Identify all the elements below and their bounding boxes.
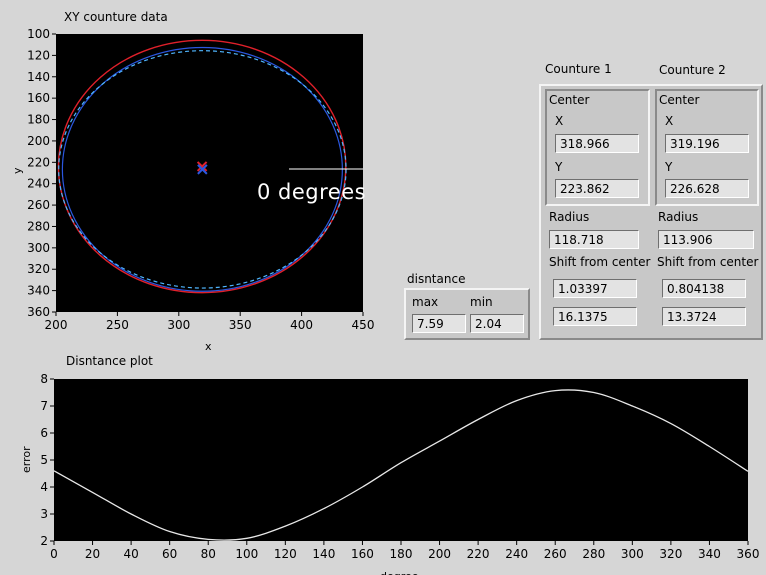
- distance-x-tick-label: 0: [50, 547, 58, 561]
- distance-x-tick-label: 40: [123, 547, 138, 561]
- xy-y-tick-label: 180: [27, 113, 50, 127]
- distance-x-tick-label: 240: [505, 547, 528, 561]
- contour2-center-cluster: Center X 319.196 Y 226.628: [655, 89, 759, 206]
- distance-x-tick-label: 160: [351, 547, 374, 561]
- distance-cluster: max min 7.59 2.04: [404, 288, 530, 340]
- min-value: 2.04: [470, 314, 524, 333]
- distance-y-tick-label: 3: [40, 507, 48, 521]
- xy-y-tick-label: 220: [27, 155, 50, 169]
- xy-y-tick-label: 160: [27, 91, 50, 105]
- distance-y-tick-label: 4: [40, 480, 48, 494]
- max-value: 7.59: [412, 314, 466, 333]
- contour1-title: Counture 1: [545, 62, 612, 76]
- distance-x-tick-label: 280: [582, 547, 605, 561]
- xy-plot-title: XY counture data: [64, 10, 168, 24]
- distance-y-tick-label: 6: [40, 426, 48, 440]
- xy-x-tick-label: 200: [45, 318, 68, 332]
- contour1-center-cluster: Center X 318.966 Y 223.862: [545, 89, 650, 206]
- contour2-shift-label: Shift from center: [657, 255, 759, 269]
- distance-x-tick-label: 320: [659, 547, 682, 561]
- distance-xlabel: degree: [380, 570, 419, 575]
- max-label: max: [412, 295, 439, 309]
- contour2-x-value: 319.196: [665, 134, 749, 153]
- contour-cluster: Center X 318.966 Y 223.862 Radius 118.71…: [539, 84, 763, 340]
- contour1-y-value: 223.862: [555, 179, 639, 198]
- distance-x-tick-label: 260: [544, 547, 567, 561]
- contour1-shift-label: Shift from center: [549, 255, 651, 269]
- xy-x-tick-label: 350: [229, 318, 252, 332]
- distance-y-tick-label: 5: [40, 453, 48, 467]
- distance-plot: 2 3 4 5 6 7 8 0 20 40 60 80 100 120 140 160 180 200 220 24…: [20, 372, 760, 575]
- xy-y-tick-label: 360: [27, 305, 50, 319]
- distance-x-tick-label: 180: [390, 547, 413, 561]
- xy-y-tick-label: 280: [27, 219, 50, 233]
- distance-y-tick-label: 7: [40, 399, 48, 413]
- distance-title: disntance: [407, 272, 466, 286]
- distance-plot-area: [54, 379, 748, 541]
- distance-x-tick-label: 140: [312, 547, 335, 561]
- distance-x-tick-label: 120: [274, 547, 297, 561]
- xy-y-tick-label: 100: [27, 27, 50, 41]
- contour2-x-label: X: [665, 114, 674, 128]
- distance-x-tick-label: 20: [85, 547, 100, 561]
- contour1-radius-value: 118.718: [549, 230, 639, 249]
- xy-x-tick-label: 250: [106, 318, 129, 332]
- xy-y-tick-label: 240: [27, 177, 50, 191]
- contour1-x-label: X: [555, 114, 564, 128]
- contour1-shift-value-1: 1.03397: [553, 279, 637, 298]
- contour1-center-label: Center: [549, 93, 590, 107]
- xy-y-tick-label: 260: [27, 198, 50, 212]
- contour2-radius-label: Radius: [658, 210, 699, 224]
- xy-x-tick-label: 450: [352, 318, 375, 332]
- distance-x-tick-label: 300: [621, 547, 644, 561]
- distance-x-tick-label: 340: [698, 547, 721, 561]
- xy-y-tick-label: 200: [27, 134, 50, 148]
- xy-y-tick-label: 320: [27, 262, 50, 276]
- xy-y-tick-label: 120: [27, 48, 50, 62]
- contour2-radius-value: 113.906: [658, 230, 754, 249]
- xy-x-tick-label: 400: [290, 318, 313, 332]
- contour1-radius-label: Radius: [549, 210, 590, 224]
- xy-y-tick-label: 140: [27, 70, 50, 84]
- contour1-y-label: Y: [555, 160, 563, 174]
- distance-x-tick-label: 360: [737, 547, 760, 561]
- contour2-shift-value-1: 0.804138: [662, 279, 746, 298]
- zero-degrees-label: 0 degrees: [257, 180, 367, 204]
- xy-y-tick-label: 300: [27, 241, 50, 255]
- xy-y-tick-label: 340: [27, 284, 50, 298]
- contour2-center-label: Center: [659, 93, 700, 107]
- distance-plot-title: Disntance plot: [66, 354, 153, 368]
- contour2-y-value: 226.628: [665, 179, 749, 198]
- contour1-x-value: 318.966: [555, 134, 639, 153]
- distance-x-tick-label: 200: [428, 547, 451, 561]
- contour1-shift-value-2: 16.1375: [553, 307, 637, 326]
- contour2-y-label: Y: [665, 160, 673, 174]
- distance-y-tick-label: 8: [40, 372, 48, 386]
- contour2-shift-value-2: 13.3724: [662, 307, 746, 326]
- distance-x-tick-label: 60: [162, 547, 177, 561]
- distance-x-tick-label: 100: [235, 547, 258, 561]
- distance-y-tick-label: 2: [40, 534, 48, 548]
- min-label: min: [470, 295, 493, 309]
- contour2-title: Counture 2: [659, 63, 726, 77]
- xy-x-tick-label: 300: [167, 318, 190, 332]
- distance-ylabel: error: [20, 446, 33, 473]
- xy-ylabel: y: [11, 167, 24, 174]
- distance-x-tick-label: 220: [467, 547, 490, 561]
- xy-xlabel: x: [205, 340, 212, 353]
- distance-x-tick-label: 80: [201, 547, 216, 561]
